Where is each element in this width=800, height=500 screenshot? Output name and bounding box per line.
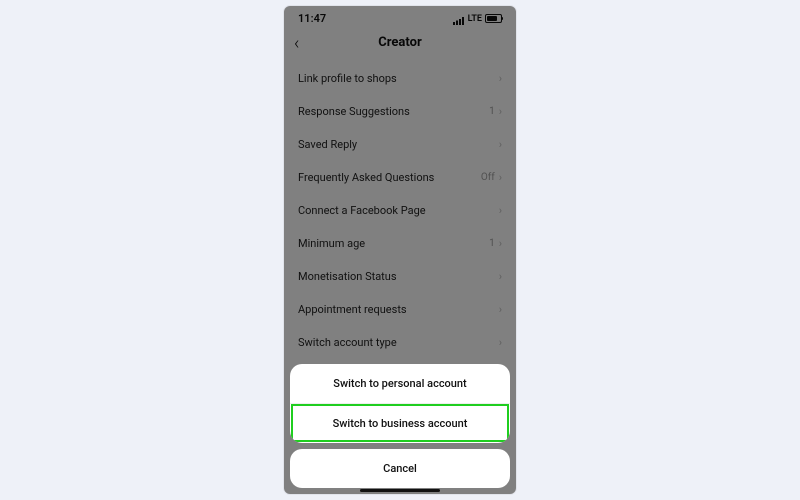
switch-personal-account-button[interactable]: Switch to personal account bbox=[290, 364, 510, 403]
phone-frame: 11:47 LTE ‹ Creator Link profile to shop… bbox=[284, 6, 516, 494]
cancel-button[interactable]: Cancel bbox=[290, 449, 510, 488]
action-sheet-options: Switch to personal account Switch to bus… bbox=[290, 364, 510, 443]
action-sheet: Switch to personal account Switch to bus… bbox=[290, 364, 510, 488]
action-sheet-cancel-group: Cancel bbox=[290, 449, 510, 488]
home-indicator bbox=[360, 489, 440, 492]
switch-business-account-button[interactable]: Switch to business account bbox=[290, 403, 510, 443]
